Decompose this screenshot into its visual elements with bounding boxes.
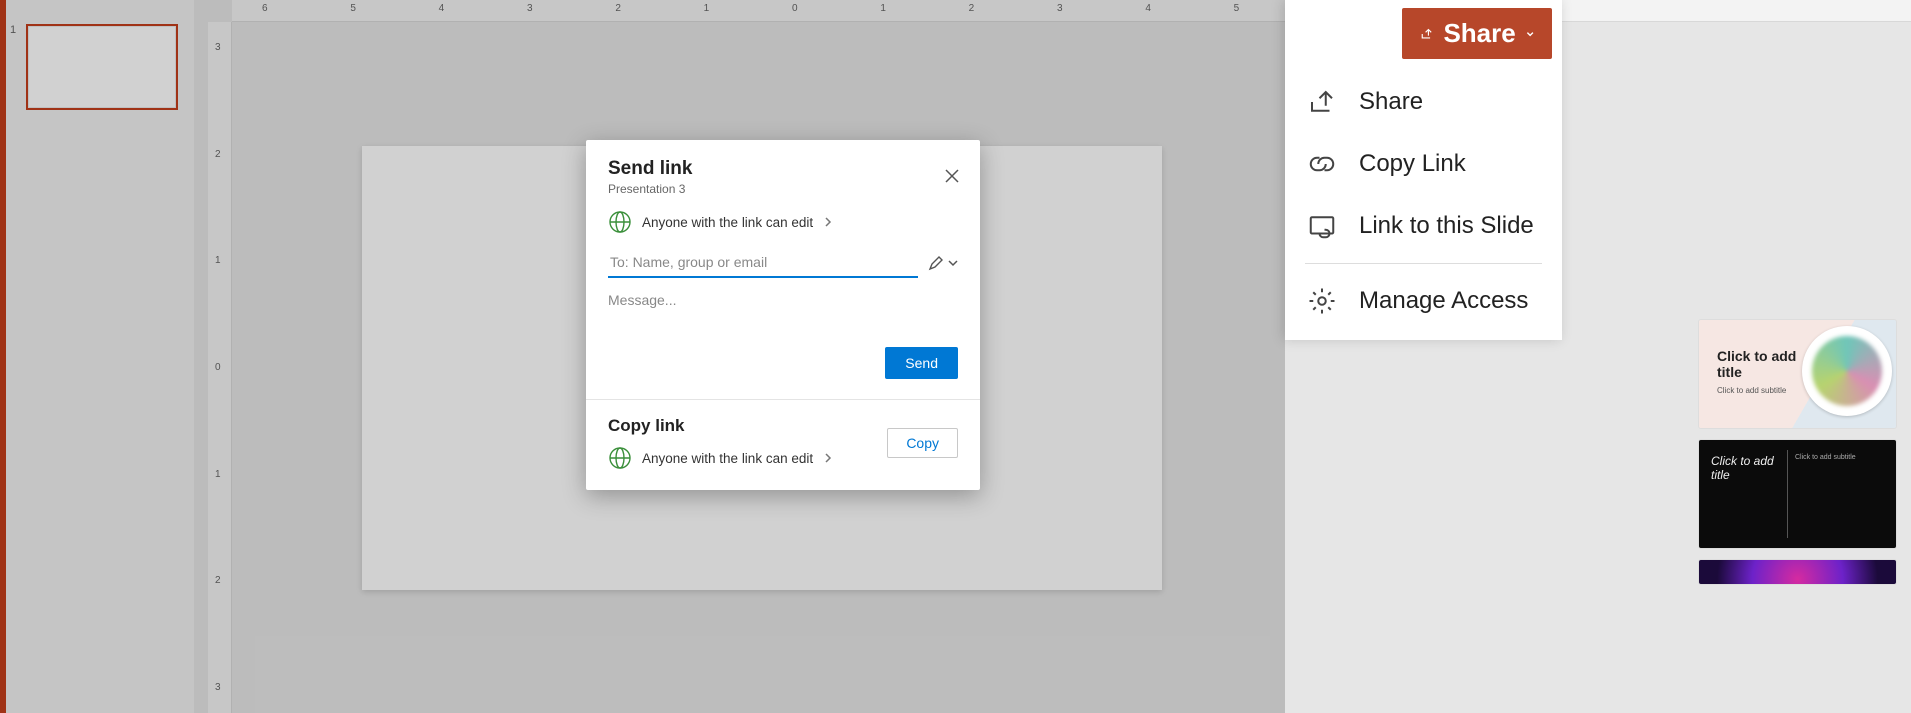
designer-panel: Click to add title Click to add subtitle… bbox=[1699, 320, 1899, 584]
menu-label: Link to this Slide bbox=[1359, 212, 1534, 240]
close-button[interactable] bbox=[938, 162, 966, 190]
message-input[interactable] bbox=[608, 292, 958, 332]
dialog-title: Send link bbox=[608, 158, 958, 180]
permission-text: Anyone with the link can edit bbox=[642, 215, 813, 230]
menu-label: Manage Access bbox=[1359, 287, 1528, 315]
send-button[interactable]: Send bbox=[885, 347, 958, 379]
template-subtitle: Click to add subtitle bbox=[1795, 454, 1856, 461]
swirl-graphic bbox=[1802, 326, 1892, 416]
design-template-3[interactable] bbox=[1699, 560, 1896, 584]
divider bbox=[1305, 263, 1542, 264]
template-title: Click to add title bbox=[1717, 348, 1807, 380]
chevron-down-icon bbox=[1526, 26, 1534, 42]
chevron-down-icon bbox=[948, 258, 958, 268]
share-button-label: Share bbox=[1443, 18, 1515, 49]
permission-picker[interactable] bbox=[928, 255, 958, 271]
link-permission-row[interactable]: Anyone with the link can edit bbox=[608, 210, 958, 234]
copy-link-title: Copy link bbox=[608, 416, 887, 436]
share-dropdown-panel: Share Share Copy Link Link to this Slide… bbox=[1285, 0, 1562, 340]
share-main-button[interactable]: Share bbox=[1402, 8, 1552, 59]
chevron-right-icon bbox=[823, 453, 833, 463]
share-arrow-icon bbox=[1420, 21, 1433, 47]
menu-label: Share bbox=[1359, 88, 1423, 116]
close-icon bbox=[945, 169, 959, 183]
slide-link-icon bbox=[1307, 211, 1337, 241]
copy-link-permission-row[interactable]: Anyone with the link can edit bbox=[608, 446, 887, 470]
menu-share[interactable]: Share bbox=[1285, 71, 1562, 133]
document-name: Presentation 3 bbox=[608, 182, 958, 196]
link-icon bbox=[1307, 149, 1337, 179]
design-template-2[interactable]: Click to add title Click to add subtitle bbox=[1699, 440, 1896, 548]
divider bbox=[1787, 450, 1788, 538]
design-template-1[interactable]: Click to add title Click to add subtitle bbox=[1699, 320, 1896, 428]
globe-icon bbox=[608, 446, 632, 470]
send-link-dialog: Send link Presentation 3 Anyone with the… bbox=[586, 140, 980, 490]
template-title: Click to add title bbox=[1711, 454, 1781, 482]
menu-copy-link[interactable]: Copy Link bbox=[1285, 133, 1562, 195]
app-root: 1 6543210123456 3210123 C Send link Pres… bbox=[0, 0, 1911, 713]
menu-label: Copy Link bbox=[1359, 150, 1466, 178]
copy-permission-text: Anyone with the link can edit bbox=[642, 451, 813, 466]
template-subtitle: Click to add subtitle bbox=[1717, 386, 1786, 395]
pencil-icon bbox=[928, 255, 944, 271]
share-arrow-icon bbox=[1307, 87, 1337, 117]
chevron-right-icon bbox=[823, 217, 833, 227]
copy-button[interactable]: Copy bbox=[887, 428, 958, 458]
globe-icon bbox=[608, 210, 632, 234]
gear-icon bbox=[1307, 286, 1337, 316]
menu-manage-access[interactable]: Manage Access bbox=[1285, 270, 1562, 332]
recipients-input[interactable] bbox=[608, 248, 918, 278]
menu-link-to-slide[interactable]: Link to this Slide bbox=[1285, 195, 1562, 257]
